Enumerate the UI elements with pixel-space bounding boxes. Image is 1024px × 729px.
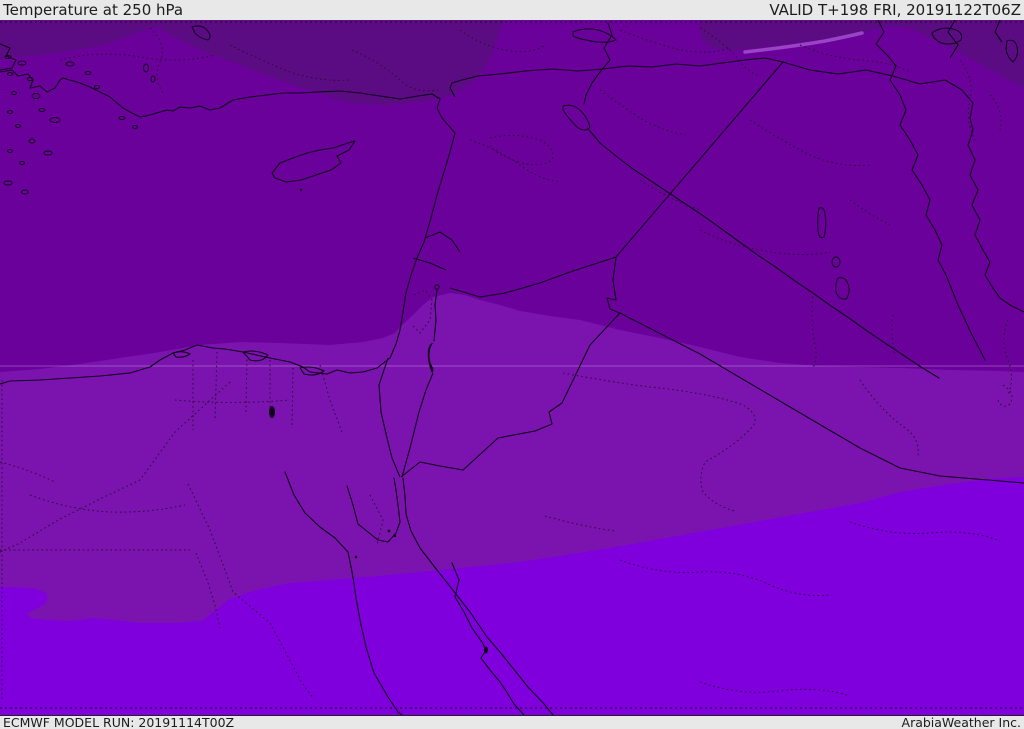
forecast-map	[0, 20, 1024, 715]
weather-map-page: Temperature at 250 hPa VALID T+198 FRI, …	[0, 0, 1024, 729]
valid-time-label: VALID T+198 FRI, 20191122T06Z	[769, 1, 1021, 19]
footer-bar: ECMWF MODEL RUN: 20191114T00Z ArabiaWeat…	[0, 715, 1024, 729]
page-title: Temperature at 250 hPa	[3, 1, 184, 19]
model-run-label: ECMWF MODEL RUN: 20191114T00Z	[3, 715, 235, 729]
title-bar: Temperature at 250 hPa VALID T+198 FRI, …	[0, 0, 1024, 20]
red-sea-islet-2	[354, 555, 358, 559]
temperature-bands	[0, 20, 1024, 715]
map-canvas	[0, 20, 1024, 715]
tiran-island	[387, 529, 391, 533]
red-sea-islet	[393, 534, 397, 538]
cyprus-islet	[299, 188, 303, 192]
brand-label: ArabiaWeather Inc.	[901, 715, 1021, 729]
